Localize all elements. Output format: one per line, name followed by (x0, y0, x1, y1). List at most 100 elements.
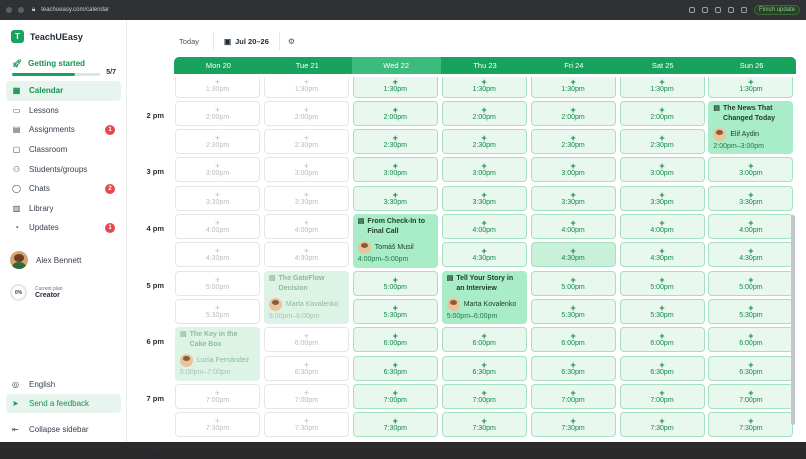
time-slot[interactable]: +2:30pm (530, 129, 616, 155)
time-slot[interactable]: +7:00pm (441, 383, 527, 409)
time-slot[interactable]: +4:30pm (619, 242, 705, 268)
time-slot[interactable]: +6:30pm (619, 355, 705, 381)
time-slot[interactable]: +6:30pm (530, 355, 616, 381)
time-slot[interactable]: +6:00pm (530, 327, 616, 353)
time-slot[interactable]: +2:30pm (352, 129, 438, 155)
plan-info[interactable]: 0% Current plan Creator (10, 284, 63, 301)
collapse-sidebar-button[interactable]: ⇤ Collapse sidebar (6, 420, 121, 439)
day-header[interactable]: Thu 23 (441, 57, 530, 74)
time-slot[interactable]: +1:30pm (530, 77, 616, 98)
sidebar-item-updates[interactable]: ◔ Updates 1 (6, 218, 121, 238)
time-slot[interactable]: +7:00pm (708, 383, 794, 409)
zoom-icon[interactable] (701, 7, 708, 13)
time-slot[interactable]: +3:00pm (352, 157, 438, 183)
close-window-icon[interactable] (6, 7, 12, 13)
time-slot[interactable]: +3:00pm (708, 157, 794, 183)
lesson-event[interactable]: ▤ The News That Changed Today Elif Aydin 2:… (708, 100, 794, 155)
sidebar-item-lessons[interactable]: ▭ Lessons (6, 101, 121, 121)
time-slot[interactable]: +5:00pm (530, 270, 616, 296)
time-slot[interactable]: +5:00pm (352, 270, 438, 296)
time-slot[interactable]: +5:30pm (708, 298, 794, 324)
time-slot[interactable]: +6:30pm (352, 355, 438, 381)
lesson-event[interactable]: ▤ The GateFlow Decision Marta Kovalenko 5:0… (263, 270, 349, 325)
time-slot[interactable]: +2:30pm (619, 129, 705, 155)
time-slot[interactable]: +7:00pm (352, 383, 438, 409)
time-slot[interactable]: +2:00pm (352, 100, 438, 126)
time-slot[interactable]: +1:30pm (352, 77, 438, 98)
time-slot[interactable]: +3:30pm (441, 185, 527, 211)
sidebar-item-students-groups[interactable]: ⚇ Students/groups (6, 159, 121, 179)
getting-started[interactable]: 🚀︎ Getting started 5/7 (12, 59, 116, 76)
sidebar-item-assignments[interactable]: ▤ Assignments 1 (6, 120, 121, 140)
profile-icon[interactable] (740, 7, 747, 13)
day-header[interactable]: Fri 24 (529, 57, 618, 74)
send-feedback-button[interactable]: ➤ Send a feedback (6, 394, 121, 413)
day-header[interactable]: Tue 21 (263, 57, 352, 74)
time-slot[interactable]: +3:00pm (441, 157, 527, 183)
time-slot[interactable]: +6:00pm (441, 327, 527, 353)
time-slot[interactable]: +7:30pm (441, 412, 527, 438)
date-range-picker[interactable]: ▣ Jul 20–26 (213, 32, 280, 50)
time-slot[interactable]: +7:30pm (530, 412, 616, 438)
time-slot[interactable]: +4:00pm (530, 214, 616, 239)
time-slot[interactable]: +2:30pm (441, 129, 527, 155)
minimize-window-icon[interactable] (18, 7, 24, 13)
finish-update-button[interactable]: Finish update (753, 5, 800, 15)
time-slot[interactable]: +5:00pm (619, 270, 705, 296)
address-bar[interactable]: teachueasy.com/calendar (41, 7, 109, 13)
star-icon[interactable] (714, 7, 721, 13)
sidebar-item-calendar[interactable]: ▦ Calendar (6, 81, 121, 101)
time-slot[interactable]: +4:30pm (441, 242, 527, 268)
time-slot[interactable]: +5:00pm (708, 270, 794, 296)
logo[interactable]: T TeachUEasy (11, 30, 83, 43)
time-slot[interactable]: +5:30pm (619, 298, 705, 324)
time-slot[interactable]: +2:00pm (619, 100, 705, 126)
time-slot[interactable]: +2:00pm (441, 100, 527, 126)
time-slot[interactable]: +1:30pm (619, 77, 705, 98)
time-slot[interactable]: +3:00pm (619, 157, 705, 183)
time-slot[interactable]: +6:00pm (708, 327, 794, 353)
user-profile[interactable]: Alex Bennett (10, 251, 81, 269)
time-slot[interactable]: +7:00pm (619, 383, 705, 409)
time-slot[interactable]: +1:30pm (441, 77, 527, 98)
sidebar-item-classroom[interactable]: ▢ Classroom (6, 140, 121, 160)
screen-icon[interactable] (688, 7, 695, 13)
time-slot[interactable]: +5:30pm (352, 298, 438, 324)
time-slot[interactable]: +6:00pm (352, 327, 438, 353)
time-slot[interactable]: +4:00pm (441, 214, 527, 239)
time-slot[interactable]: +1:30pm (708, 77, 794, 98)
time-slot[interactable]: +6:00pm (619, 327, 705, 353)
lesson-event[interactable]: ▤ The Key in the Cake Box Lucia Fernández 6… (175, 327, 260, 381)
time-slot[interactable]: +7:30pm (619, 412, 705, 438)
extensions-icon[interactable] (727, 7, 734, 13)
lesson-event[interactable]: ▤ Tell Your Story in an Interview Marta Ko… (441, 270, 527, 325)
notification-badge: 1 (105, 125, 115, 136)
time-slot[interactable]: +3:30pm (530, 185, 616, 211)
time-slot[interactable]: +7:30pm (708, 412, 794, 438)
day-header[interactable]: Sat 25 (618, 57, 707, 74)
today-button[interactable]: Today (179, 37, 199, 46)
day-header[interactable]: Mon 20 (174, 57, 263, 74)
time-slot[interactable]: +3:30pm (352, 185, 438, 211)
time-slot[interactable]: +2:00pm (530, 100, 616, 126)
vertical-scrollbar[interactable] (791, 215, 795, 425)
time-slot[interactable]: +6:30pm (441, 355, 527, 381)
day-header[interactable]: Wed 22 (351, 57, 441, 74)
day-header[interactable]: Sun 26 (707, 57, 796, 74)
time-slot[interactable]: +7:00pm (530, 383, 616, 409)
time-slot[interactable]: +3:30pm (708, 185, 794, 211)
time-slot[interactable]: +3:30pm (619, 185, 705, 211)
sidebar-item-library[interactable]: ▥ Library (6, 199, 121, 219)
time-slot[interactable]: +5:30pm (530, 298, 616, 324)
time-slot[interactable]: +4:30pm (530, 242, 616, 268)
time-slot[interactable]: +4:00pm (708, 214, 794, 239)
sidebar-item-chats[interactable]: ◯ Chats 2 (6, 179, 121, 199)
time-slot[interactable]: +6:30pm (708, 355, 794, 381)
time-slot[interactable]: +7:30pm (352, 412, 438, 438)
settings-icon[interactable]: ⚙︎ (288, 37, 295, 46)
time-slot[interactable]: +4:00pm (619, 214, 705, 239)
language-selector[interactable]: ◎ English (6, 375, 121, 394)
time-slot[interactable]: +3:00pm (530, 157, 616, 183)
lesson-event[interactable]: ▤ From Check-In to Final Call Tomáš Musil 4… (352, 214, 438, 268)
time-slot[interactable]: +4:30pm (708, 242, 794, 268)
